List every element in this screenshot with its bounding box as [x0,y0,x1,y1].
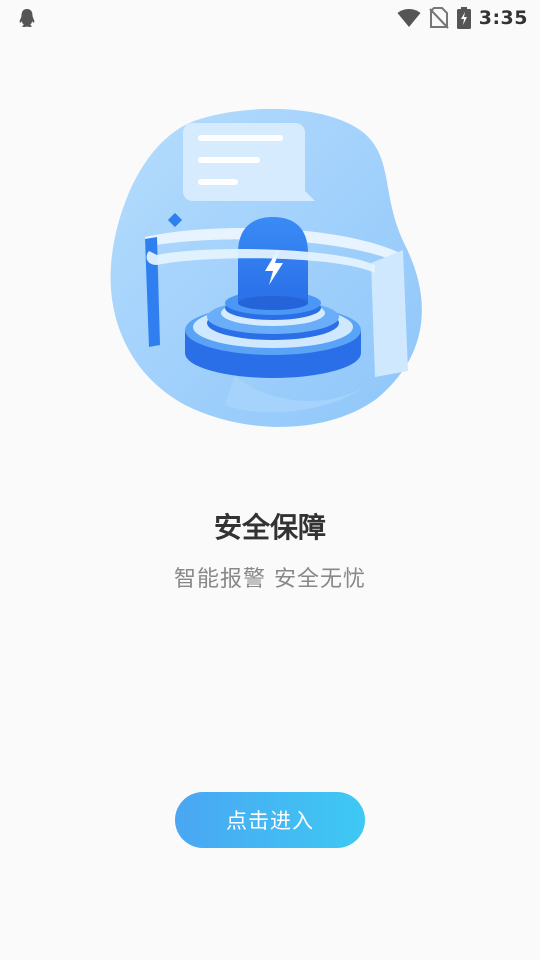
enter-button[interactable]: 点击进入 [175,792,365,848]
no-sim-icon [429,7,449,29]
security-alarm-illustration [110,108,422,427]
battery-charging-icon [456,7,471,29]
wifi-icon [397,9,421,27]
status-bar: 3:35 [0,0,540,36]
message-bubble-icon [183,123,315,201]
status-time: 3:35 [478,7,528,29]
page-title: 安全保障 [213,511,326,544]
page-subtitle: 智能报警 安全无忧 [174,567,366,592]
qq-penguin-icon [19,9,35,27]
